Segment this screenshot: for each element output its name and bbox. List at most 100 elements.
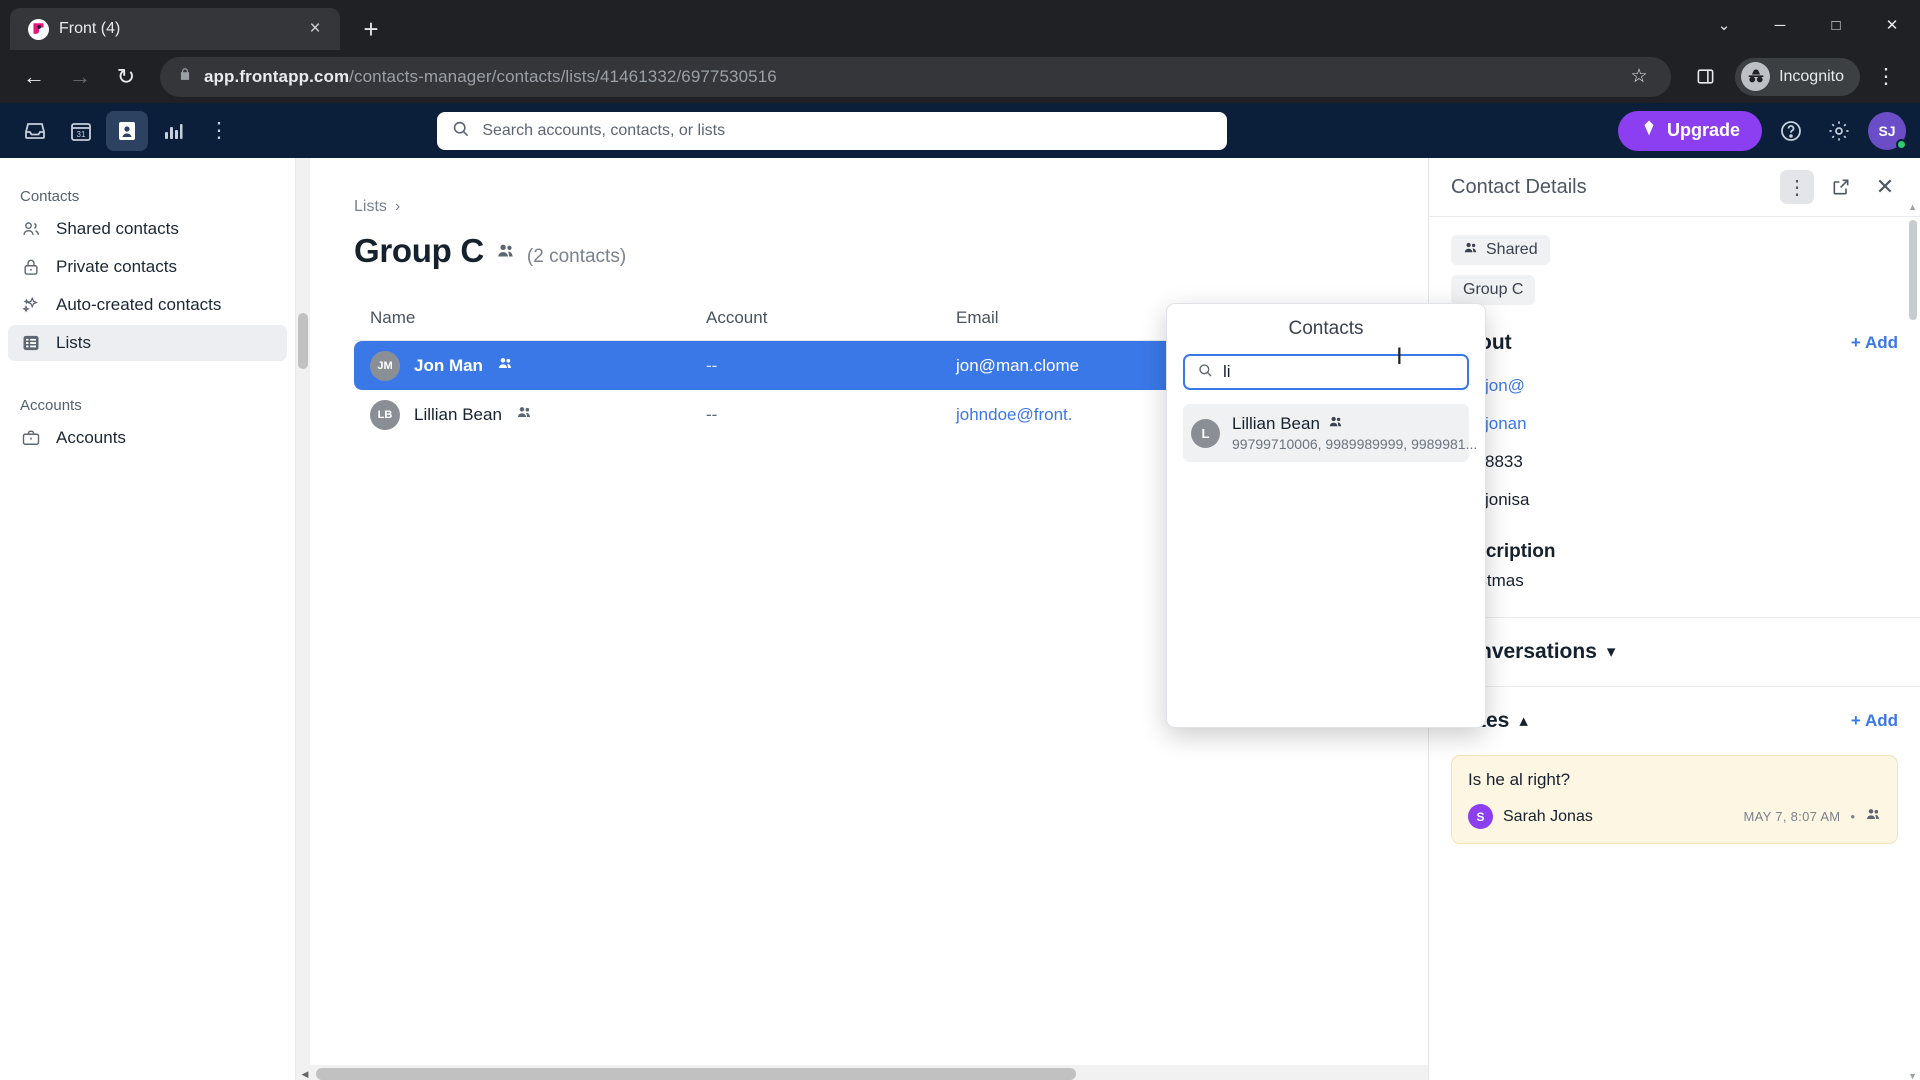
sidebar-item-private-contacts[interactable]: Private contacts xyxy=(8,249,287,285)
sidebar-item-label: Auto-created contacts xyxy=(56,295,222,314)
sidebar-item-auto-created-contacts[interactable]: Auto-created contacts xyxy=(8,287,287,323)
omnibox-url: app.frontapp.com/contacts-manager/contac… xyxy=(204,67,777,87)
name-cell: LB Lillian Bean xyxy=(354,390,706,439)
avatar[interactable]: SJ xyxy=(1868,111,1907,150)
forward-icon[interactable]: → xyxy=(60,57,100,97)
contact-details-title: Contact Details xyxy=(1451,175,1587,198)
maximize-icon[interactable]: □ xyxy=(1808,0,1864,50)
details-scrollbar[interactable]: ▲ ▼ xyxy=(1907,202,1919,1080)
omnibox[interactable]: app.frontapp.com/contacts-manager/contac… xyxy=(160,56,1672,97)
note-text: Is he al right? xyxy=(1468,770,1571,789)
description-value: christmas xyxy=(1451,571,1524,590)
breadcrumb-lists-link[interactable]: Lists xyxy=(354,198,387,216)
details-scroll-thumb[interactable] xyxy=(1909,220,1917,320)
chevron-right-icon: › xyxy=(394,198,401,215)
column-header-name[interactable]: Name xyxy=(354,308,706,341)
lock-icon xyxy=(20,256,42,278)
reload-icon[interactable]: ↻ xyxy=(106,57,146,97)
incognito-label: Incognito xyxy=(1779,67,1844,85)
people-icon xyxy=(496,241,515,265)
column-header-account[interactable]: Account xyxy=(706,308,956,341)
search-icon xyxy=(1197,362,1213,383)
people-icon xyxy=(497,355,513,376)
app-nav-inbox[interactable] xyxy=(14,111,56,151)
details-more-icon[interactable]: ⋮ xyxy=(1780,170,1814,204)
field-value[interactable]: jonan xyxy=(1485,414,1527,434)
incognito-indicator[interactable]: Incognito xyxy=(1735,57,1860,96)
close-icon[interactable]: × xyxy=(302,16,328,42)
note-timestamp: MAY 7, 8:07 AM xyxy=(1743,809,1841,824)
note-card[interactable]: Is he al right? S Sarah Jonas MAY 7, 8:0… xyxy=(1451,755,1898,844)
app-nav-contacts[interactable] xyxy=(106,110,148,151)
window-controls: ⌄ ─ □ ✕ xyxy=(1696,0,1920,50)
close-icon[interactable]: ✕ xyxy=(1868,170,1902,204)
app-topbar: 31 ⋮ Search accounts, contacts, or lists… xyxy=(0,103,1920,158)
browser-toolbar: ← → ↻ app.frontapp.com/contacts-manager/… xyxy=(0,50,1920,103)
popover-result-text: Lillian Bean 99799710006, 9989989999, 99… xyxy=(1232,414,1477,452)
upgrade-button[interactable]: Upgrade xyxy=(1617,110,1762,151)
scroll-left-arrow-icon[interactable]: ◀ xyxy=(296,1069,314,1080)
notes-add-button[interactable]: + Add xyxy=(1851,711,1898,731)
sidebar-section-contacts-label: Contacts xyxy=(20,188,80,205)
sidebar-item-accounts[interactable]: Accounts xyxy=(8,420,287,456)
open-external-icon[interactable] xyxy=(1824,170,1858,204)
contact-list-chip-row: Group C xyxy=(1451,275,1898,305)
chip-shared[interactable]: Shared xyxy=(1451,235,1550,265)
contact-details-panel: Contact Details ⋮ ✕ Shared Group C + Add… xyxy=(1428,158,1920,1080)
browser-menu-icon[interactable]: ⋮ xyxy=(1866,57,1906,97)
breadcrumb: Lists › xyxy=(354,198,1428,216)
people-icon xyxy=(1865,806,1881,827)
avatar: L xyxy=(1191,418,1220,448)
scroll-down-arrow-icon[interactable]: ▼ xyxy=(1908,1071,1917,1080)
field-value[interactable]: jon@ xyxy=(1485,376,1525,396)
chevron-down-icon[interactable]: ▾ xyxy=(1607,642,1616,662)
conversations-section-header[interactable]: Conversations ▾ xyxy=(1451,618,1898,686)
contacts-search-popover: Contacts L Lillian Bean 99799710006, 998… xyxy=(1166,303,1486,728)
sidebar-item-label: Shared contacts xyxy=(56,219,179,238)
main-vertical-scroll-thumb[interactable] xyxy=(298,313,308,369)
upgrade-label: Upgrade xyxy=(1666,120,1740,140)
popover-search-box[interactable] xyxy=(1183,354,1469,390)
account-value: -- xyxy=(706,355,718,375)
avatar: S xyxy=(1468,804,1493,829)
page-title: Group C xyxy=(354,232,484,269)
scroll-up-arrow-icon[interactable]: ▲ xyxy=(1908,202,1917,212)
chevron-up-icon[interactable]: ▴ xyxy=(1519,711,1528,731)
global-search-input[interactable]: Search accounts, contacts, or lists xyxy=(437,111,1228,150)
main-horizontal-scrollbar[interactable]: ◀ xyxy=(296,1065,1428,1080)
email-value[interactable]: jon@man.clome xyxy=(956,356,1079,376)
search-icon xyxy=(451,119,470,143)
sidebar-item-shared-contacts[interactable]: Shared contacts xyxy=(8,211,287,247)
popover-result-item[interactable]: L Lillian Bean 99799710006, 9989989999, … xyxy=(1183,404,1477,462)
sidebar: Contacts Shared contacts Private contact… xyxy=(0,158,296,1080)
field-value: 8833 xyxy=(1485,452,1523,471)
app-nav-more-icon[interactable]: ⋮ xyxy=(198,111,240,151)
contact-details-body: Shared Group C About + Add jon@ xyxy=(1429,216,1920,1080)
main-vertical-scrollbar[interactable] xyxy=(296,158,310,1080)
chip-group-c[interactable]: Group C xyxy=(1451,275,1536,305)
front-logo-icon xyxy=(28,18,49,40)
gear-icon[interactable] xyxy=(1820,112,1858,150)
bookmark-star-icon[interactable]: ☆ xyxy=(1619,57,1659,97)
minimize-icon[interactable]: ─ xyxy=(1752,0,1808,50)
new-tab-button[interactable]: + xyxy=(350,8,392,50)
app-nav-analytics[interactable] xyxy=(152,111,194,151)
window-close-icon[interactable]: ✕ xyxy=(1864,0,1920,50)
minimize-all-icon[interactable]: ⌄ xyxy=(1696,0,1752,50)
lock-icon xyxy=(178,66,192,87)
about-add-button[interactable]: + Add xyxy=(1851,333,1898,353)
app-nav-calendar[interactable]: 31 xyxy=(60,111,102,151)
side-panel-icon[interactable] xyxy=(1685,57,1725,97)
browser-tab[interactable]: Front (4) × xyxy=(10,8,340,50)
back-icon[interactable]: ← xyxy=(14,57,54,97)
contact-count: (2 contacts) xyxy=(526,246,627,267)
contact-name: Lillian Bean xyxy=(414,404,502,424)
note-meta: S Sarah Jonas MAY 7, 8:07 AM • xyxy=(1468,804,1881,829)
email-value[interactable]: johndoe@front. xyxy=(956,405,1073,425)
popover-search-input[interactable] xyxy=(1223,362,1455,382)
horizontal-scroll-thumb[interactable] xyxy=(316,1068,1076,1080)
sidebar-item-lists[interactable]: Lists xyxy=(8,325,287,361)
avatar-initials: S xyxy=(1476,809,1485,824)
help-icon[interactable] xyxy=(1772,112,1810,150)
